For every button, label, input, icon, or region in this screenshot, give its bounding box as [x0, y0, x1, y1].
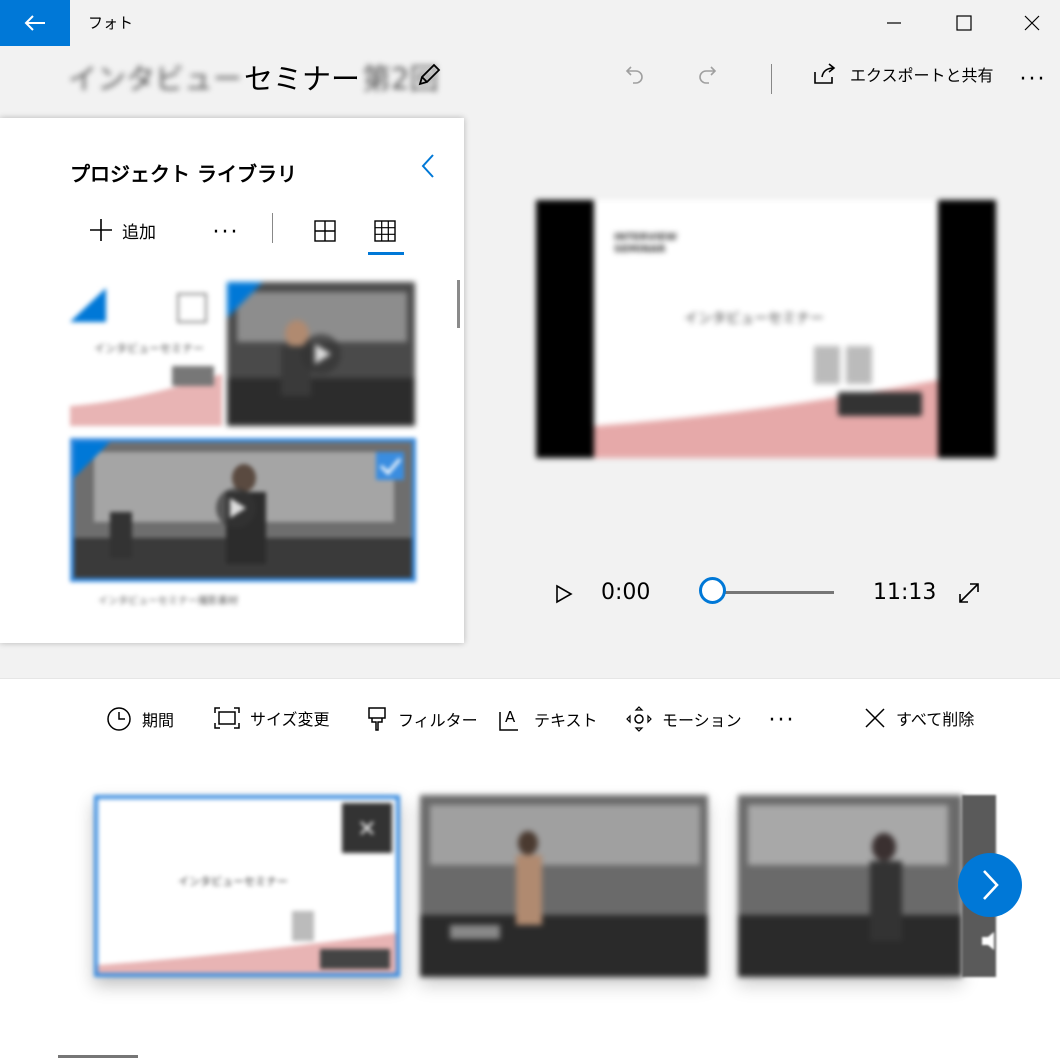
export-share-label: エクスポートと共有	[850, 66, 994, 85]
preview-slide: INTERVIEW SEMINAR インタビューセミナー	[594, 200, 938, 458]
slide-heading: INTERVIEW SEMINAR	[614, 232, 677, 255]
play-button[interactable]	[550, 580, 578, 608]
slide-title: インタビューセミナー	[684, 311, 824, 327]
back-arrow-icon	[24, 15, 45, 31]
resize-icon	[214, 707, 240, 729]
redo-icon	[699, 66, 717, 84]
delete-all-button[interactable]: すべて削除	[864, 706, 974, 730]
fullscreen-button[interactable]	[956, 580, 982, 606]
storyboard-clip-title-card[interactable]: インタビューセミナー	[94, 795, 400, 977]
undo-icon	[625, 66, 643, 84]
duration-button[interactable]: 期間	[106, 706, 174, 732]
thumbnail-caption: インタビューセミナー撮影素材	[98, 596, 238, 607]
plus-icon	[90, 219, 112, 241]
undo-button[interactable]	[618, 58, 652, 92]
grid-small-icon	[374, 220, 396, 242]
project-title-main: セミナー	[244, 62, 361, 96]
delete-all-label[interactable]: すべて削除	[896, 706, 974, 730]
more-icon: ···	[212, 220, 240, 245]
redo-button[interactable]	[690, 58, 724, 92]
filter-label: フィルター	[398, 711, 478, 730]
clip-thumb-art	[420, 795, 708, 977]
total-time: 11:13	[873, 580, 937, 605]
grid-large-icon	[314, 220, 336, 242]
text-icon: A	[499, 708, 518, 731]
storyboard-scrollbar[interactable]	[58, 1055, 138, 1058]
library-toolbar-divider	[272, 213, 273, 243]
library-thumbnail-title-slide[interactable]: インタビューセミナー	[70, 282, 222, 426]
seek-bar[interactable]	[714, 591, 834, 594]
close-button[interactable]	[998, 0, 1060, 46]
storyboard-clip-video-1[interactable]	[420, 795, 708, 977]
text-button[interactable]: A テキスト	[498, 706, 598, 732]
thumbnail-caption: インタビューセミナー	[94, 342, 204, 355]
paint-brush-icon	[368, 707, 386, 731]
text-label: テキスト	[534, 711, 598, 730]
filter-button[interactable]: フィルター	[366, 706, 478, 732]
storyboard-next-button[interactable]	[958, 853, 1022, 917]
add-media-button[interactable]: 追加	[88, 217, 156, 243]
video-thumb-art	[74, 442, 412, 578]
duration-label: 期間	[142, 711, 175, 730]
library-scrollbar[interactable]	[457, 280, 460, 328]
pencil-icon	[418, 63, 441, 86]
resize-button[interactable]: サイズ変更	[214, 706, 330, 730]
more-options-button[interactable]: ···	[1016, 64, 1050, 94]
app-title: フォト	[88, 14, 134, 32]
view-selected-indicator	[368, 252, 404, 255]
seek-thumb[interactable]	[699, 577, 726, 604]
play-icon	[556, 584, 573, 604]
video-thumb-art	[227, 282, 415, 426]
library-more-button[interactable]: ···	[206, 220, 246, 245]
motion-icon	[626, 706, 652, 732]
rename-button[interactable]	[412, 58, 446, 92]
chevron-left-icon	[421, 154, 434, 178]
current-time: 0:00	[601, 580, 651, 605]
add-label: 追加	[122, 222, 156, 243]
chevron-right-icon	[983, 870, 999, 900]
library-title: プロジェクト ライブラリ	[70, 162, 297, 186]
more-icon: ···	[1019, 66, 1047, 92]
more-icon: ···	[768, 708, 796, 733]
library-thumbnail-video-1[interactable]	[227, 282, 415, 426]
storyboard-clip-video-2[interactable]	[738, 795, 962, 977]
collapse-library-button[interactable]	[414, 150, 442, 182]
minimize-button[interactable]	[860, 0, 928, 46]
small-grid-view-button[interactable]	[370, 216, 400, 246]
storyboard-more-button[interactable]: ···	[762, 708, 802, 733]
maximize-button[interactable]	[930, 0, 998, 46]
video-preview[interactable]: INTERVIEW SEMINAR インタビューセミナー	[536, 200, 996, 458]
resize-label: サイズ変更	[250, 710, 330, 729]
header-divider	[771, 64, 772, 94]
motion-button[interactable]: モーション	[626, 706, 742, 732]
clip-thumb-art	[738, 795, 962, 977]
project-title[interactable]: インタビュー セミナー 第2回	[68, 56, 438, 98]
clip-title: インタビューセミナー	[178, 875, 288, 888]
project-title-prefix: インタビュー	[68, 62, 243, 96]
export-share-button[interactable]: エクスポートと共有	[812, 62, 994, 86]
clock-icon	[107, 707, 131, 731]
large-grid-view-button[interactable]	[310, 216, 340, 246]
svg-text:A: A	[505, 708, 516, 726]
back-button[interactable]	[0, 0, 70, 46]
close-icon	[1024, 15, 1040, 31]
close-icon	[865, 708, 885, 728]
share-icon	[814, 63, 836, 84]
minimize-icon	[887, 22, 901, 24]
motion-label: モーション	[662, 711, 742, 730]
library-thumbnail-video-2-selected[interactable]	[70, 438, 416, 582]
expand-icon	[959, 583, 979, 603]
maximize-icon	[956, 15, 972, 31]
